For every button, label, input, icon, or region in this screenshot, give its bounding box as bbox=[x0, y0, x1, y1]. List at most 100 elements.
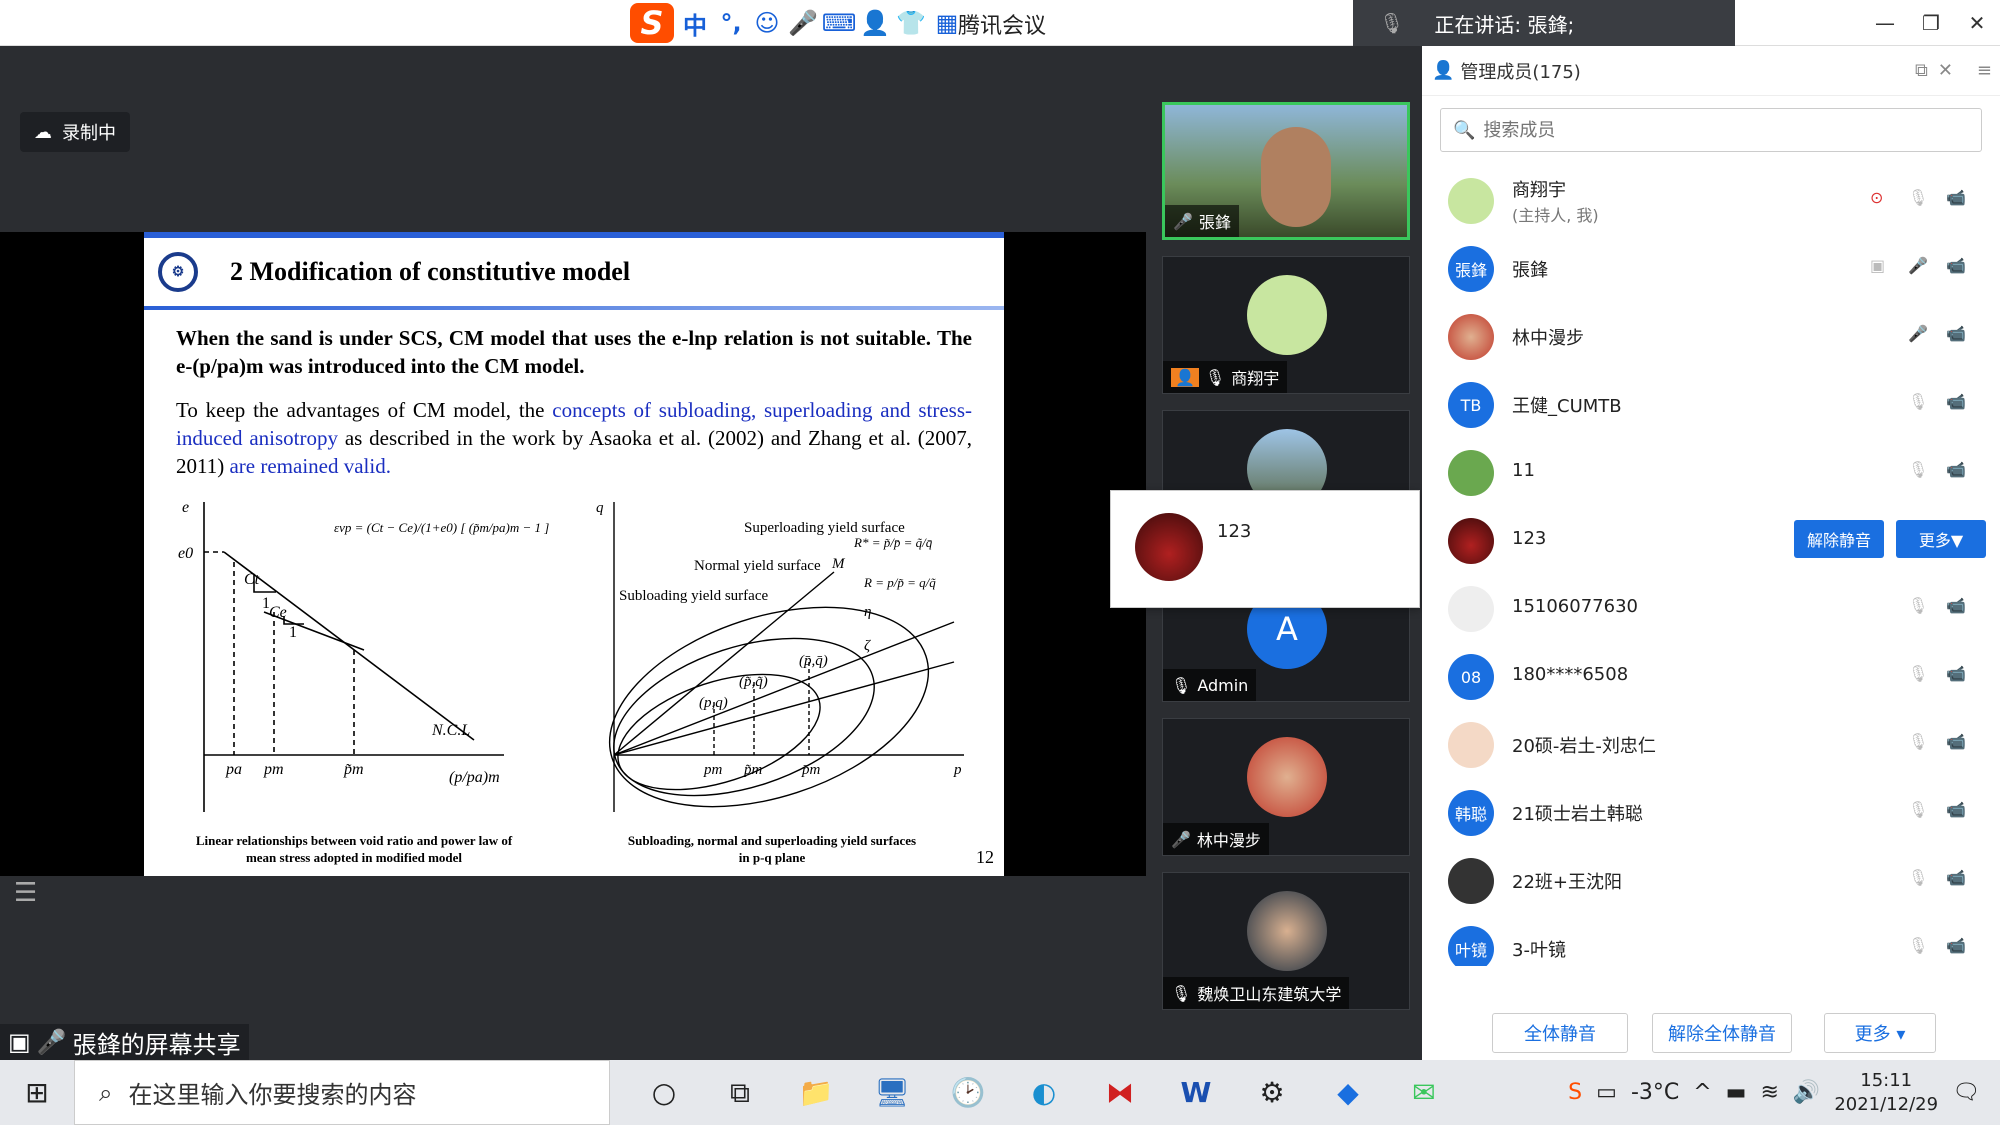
unmute-button[interactable]: 解除静音 bbox=[1794, 520, 1884, 558]
mic-muted-icon[interactable]: 🎙 bbox=[1908, 936, 1932, 960]
taskbar-search[interactable]: ⌕ 在这里输入你要搜索的内容 bbox=[74, 1060, 610, 1125]
member-row[interactable]: 張鋒 張鋒 ▣ 🎤 📹 bbox=[1422, 234, 2000, 302]
restore-button[interactable]: ❐ bbox=[1908, 0, 1954, 46]
video-tile-zhangfeng[interactable]: 🎤 張鋒 bbox=[1162, 102, 1410, 240]
slide-rule bbox=[144, 306, 1004, 310]
skin-icon[interactable]: 👕 bbox=[896, 8, 926, 38]
mic-muted-icon[interactable]: 🎙 bbox=[1908, 188, 1932, 212]
video-tile-shangxiangyu[interactable]: 👤 🎙 商翔宇 bbox=[1162, 256, 1410, 394]
close-icon[interactable]: ✕ bbox=[1938, 60, 1953, 81]
avatar: 叶镜 bbox=[1448, 926, 1494, 966]
unmute-all-button[interactable]: 解除全体静音 bbox=[1652, 1013, 1792, 1053]
wechat-icon[interactable]: ✉ bbox=[1386, 1060, 1462, 1125]
camera-off-icon[interactable]: 📹 bbox=[1946, 188, 1970, 212]
edge-icon[interactable]: ◐ bbox=[1006, 1060, 1082, 1125]
taskbar-clock[interactable]: 15:11 2021/12/29 bbox=[1834, 1069, 1938, 1117]
member-row[interactable]: 11 🎙 📹 bbox=[1422, 438, 2000, 506]
ime-mode-button[interactable]: 中 bbox=[680, 8, 710, 40]
remote-desktop-icon[interactable]: 🖥 bbox=[854, 1060, 930, 1125]
more-button[interactable]: 更多▼ bbox=[1896, 520, 1986, 558]
video-tile-linzhongmanbu[interactable]: 🎤 林中漫步 bbox=[1162, 718, 1410, 856]
task-view-icon[interactable]: ⧉ bbox=[702, 1060, 778, 1125]
word-icon[interactable]: W bbox=[1158, 1060, 1234, 1125]
wifi-icon[interactable]: ≋ bbox=[1760, 1080, 1778, 1105]
mic-muted-icon[interactable]: 🎙 bbox=[1908, 800, 1932, 824]
camera-off-icon[interactable]: 📹 bbox=[1946, 664, 1970, 688]
member-row[interactable]: 20硕-岩土-刘忠仁 🎙 📹 bbox=[1422, 710, 2000, 778]
tile-name: Admin bbox=[1197, 675, 1249, 695]
tile-name: 商翔宇 bbox=[1231, 369, 1280, 388]
camera-off-icon[interactable]: 📹 bbox=[1946, 868, 1970, 892]
recording-badge[interactable]: ☁ 录制中 bbox=[20, 112, 130, 152]
member-row[interactable]: 商翔宇 (主持人, 我) ⊙ 🎙 📹 bbox=[1422, 166, 2000, 234]
member-search[interactable]: 🔍 bbox=[1440, 108, 1982, 152]
member-controls: 🎙 📹 bbox=[1908, 460, 1970, 484]
camera-off-icon[interactable]: 📹 bbox=[1946, 460, 1970, 484]
camera-off-icon[interactable]: 📹 bbox=[1946, 392, 1970, 416]
user-icon[interactable]: 👤 bbox=[860, 8, 890, 38]
mic-muted-icon[interactable]: 🎙 bbox=[1908, 868, 1932, 892]
para2-highlight-b: are remained valid. bbox=[229, 454, 391, 478]
fig2-x-label: p bbox=[953, 762, 962, 778]
voice-input-icon[interactable]: 🎤 bbox=[788, 8, 818, 38]
sogou-logo-icon[interactable]: S bbox=[630, 3, 674, 43]
mic-on-icon[interactable]: 🎤 bbox=[1908, 256, 1932, 280]
acrobat-icon[interactable]: ⧓ bbox=[1082, 1060, 1158, 1125]
member-name: 11 bbox=[1512, 460, 1535, 481]
punctuation-icon[interactable]: °, bbox=[716, 8, 746, 38]
chevron-up-icon[interactable]: ^ bbox=[1693, 1080, 1711, 1105]
camera-off-icon[interactable]: 📹 bbox=[1946, 800, 1970, 824]
mute-all-button[interactable]: 全体静音 bbox=[1492, 1013, 1628, 1053]
mic-muted-icon[interactable]: 🎙 bbox=[1908, 392, 1932, 416]
mic-muted-icon[interactable]: 🎙 bbox=[1908, 596, 1932, 620]
notification-icon[interactable]: 🗨 bbox=[1952, 1080, 1980, 1105]
clock-app-icon[interactable]: 🕑 bbox=[930, 1060, 1006, 1125]
camera-off-icon[interactable]: 📹 bbox=[1946, 936, 1970, 960]
slide-header: ⚙ 2 Modification of constitutive model bbox=[144, 238, 1004, 306]
mic-muted-icon[interactable]: 🎙 bbox=[1908, 732, 1932, 756]
avatar bbox=[1448, 586, 1494, 632]
cortana-icon[interactable]: ○ bbox=[626, 1060, 702, 1125]
member-row[interactable]: 林中漫步 🎤 📹 bbox=[1422, 302, 2000, 370]
mic-muted-icon[interactable]: 🎙 bbox=[1908, 664, 1932, 688]
weather-icon[interactable]: ▭ bbox=[1596, 1080, 1617, 1105]
member-row[interactable]: 韩聪 21硕士岩土韩聪 🎙 📹 bbox=[1422, 778, 2000, 846]
member-row[interactable]: 15106077630 🎙 📹 bbox=[1422, 574, 2000, 642]
file-explorer-icon[interactable]: 📁 bbox=[778, 1060, 854, 1125]
camera-off-icon[interactable]: 📹 bbox=[1946, 596, 1970, 620]
more-options-button[interactable]: 更多 ▾ bbox=[1824, 1013, 1936, 1053]
temperature[interactable]: -3°C bbox=[1631, 1080, 1679, 1105]
fig1-pm-tilde-label: p̃m bbox=[343, 761, 364, 778]
volume-icon[interactable]: 🔊 bbox=[1793, 1080, 1820, 1105]
tile-name: 林中漫步 bbox=[1196, 831, 1261, 850]
settings-icon[interactable]: ⚙ bbox=[1234, 1060, 1310, 1125]
fig1-caption: Linear relationships between void ratio … bbox=[195, 833, 513, 865]
windows-start-button[interactable]: ⊞ bbox=[0, 1060, 74, 1125]
camera-off-icon[interactable]: 📹 bbox=[1946, 732, 1970, 756]
member-row[interactable]: TB 王健_CUMTB 🎙 📹 bbox=[1422, 370, 2000, 438]
member-row[interactable]: 22班+王沈阳 🎙 📹 bbox=[1422, 846, 2000, 914]
screen-share-icon[interactable]: ▣ bbox=[1870, 256, 1894, 280]
slide-figures: e e0 Ct 1 Ce 1 N.C.L pa pm p̃m (p/pa)m ε… bbox=[178, 499, 964, 812]
member-row[interactable]: 123 解除静音 更多▼ bbox=[1422, 506, 2000, 574]
mic-muted-icon[interactable]: 🎙 bbox=[1908, 460, 1932, 484]
sogou-tray-icon[interactable]: S bbox=[1568, 1080, 1582, 1105]
keyboard-icon[interactable]: ⌨ bbox=[822, 8, 857, 38]
camera-off-icon[interactable]: 📹 bbox=[1946, 256, 1970, 280]
avatar bbox=[1135, 513, 1203, 581]
member-row[interactable]: 叶镜 3-叶镜 🎙 📹 bbox=[1422, 914, 2000, 966]
menu-icon[interactable]: ≡ bbox=[1977, 60, 1992, 81]
battery-icon[interactable]: ▬ bbox=[1726, 1080, 1747, 1105]
tencent-meeting-icon[interactable]: ◆ bbox=[1310, 1060, 1386, 1125]
minimize-button[interactable]: — bbox=[1862, 0, 1908, 46]
recording-icon[interactable]: ⊙ bbox=[1870, 188, 1894, 212]
member-search-input[interactable] bbox=[1483, 119, 1884, 141]
emoji-icon[interactable]: ☺ bbox=[752, 8, 782, 38]
video-tile-weihuanwei[interactable]: 🎙 魏焕卫山东建筑大学 bbox=[1162, 872, 1410, 1010]
mic-icon[interactable]: 🎤 bbox=[1908, 324, 1932, 348]
list-icon[interactable]: ☰ bbox=[14, 878, 37, 908]
popout-icon[interactable]: ⧉ bbox=[1915, 60, 1928, 81]
camera-off-icon[interactable]: 📹 bbox=[1946, 324, 1970, 348]
member-row[interactable]: 08 180****6508 🎙 📹 bbox=[1422, 642, 2000, 710]
close-button[interactable]: ✕ bbox=[1954, 0, 2000, 46]
